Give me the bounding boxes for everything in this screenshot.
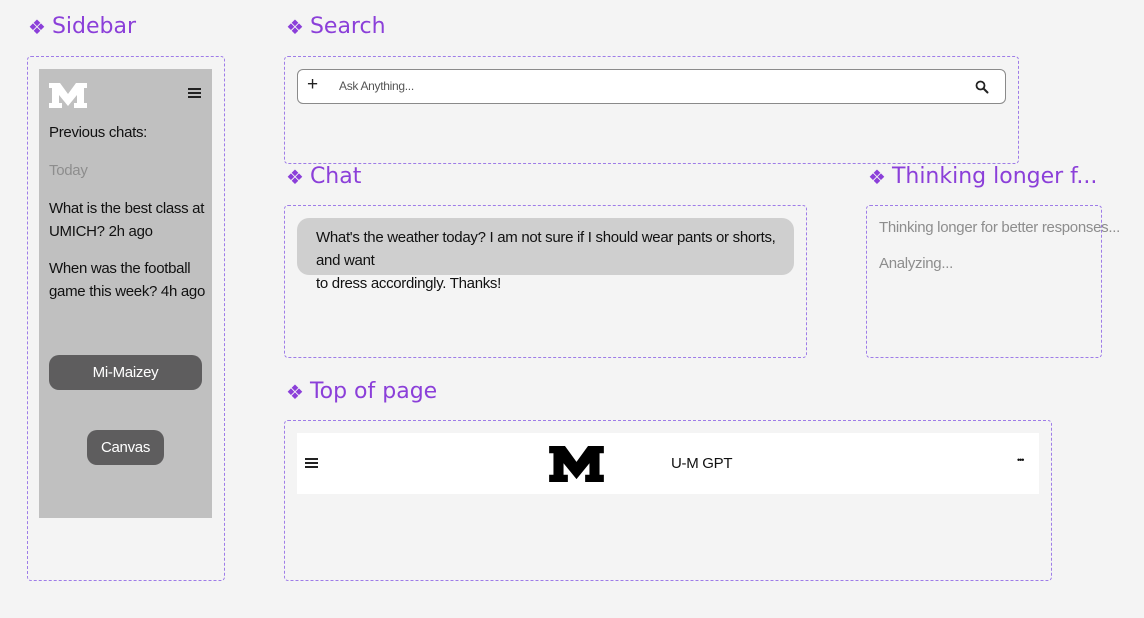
mi-maizey-button[interactable]: Mi-Maizey [49, 355, 202, 390]
user-message-bubble: What's the weather today? I am not sure … [297, 218, 794, 292]
analyzing-status: Analyzing... [879, 255, 953, 272]
message-line: to dress accordingly. Thanks! [316, 275, 502, 292]
section-title-top-of-page-label: Top of page [309, 379, 438, 404]
search-bar[interactable]: + Ask Anything... [297, 69, 1006, 104]
section-title-sidebar: ❖ Sidebar [28, 14, 136, 39]
chat-history-item[interactable]: When was the football game this week? 4h… [49, 257, 205, 303]
chat-history-item-line: game this week? 4h ago [49, 283, 206, 300]
search-input[interactable]: Ask Anything... [339, 79, 414, 93]
chat-history-item-line: What is the best class at [49, 200, 205, 217]
sidebar: Previous chats: Today What is the best c… [39, 69, 212, 518]
canvas-button[interactable]: Canvas [87, 430, 164, 465]
component-icon: ❖ [868, 164, 886, 189]
section-title-sidebar-label: Sidebar [51, 14, 137, 39]
top-bar: U-M GPT ••• [297, 433, 1039, 494]
app-title: U-M GPT [671, 455, 733, 472]
chat-history-item-line: UMICH? 2h ago [49, 223, 153, 240]
umich-logo [49, 83, 87, 108]
component-icon: ❖ [28, 14, 46, 39]
component-icon: ❖ [286, 164, 304, 189]
menu-icon[interactable] [305, 458, 318, 469]
chat-history-item[interactable]: What is the best class at UMICH? 2h ago [49, 197, 204, 243]
section-title-search-label: Search [309, 14, 386, 39]
search-icon[interactable] [975, 80, 989, 94]
thinking-status: Thinking longer for better responses... [879, 219, 1120, 236]
more-options-icon[interactable]: ••• [1017, 455, 1025, 465]
section-title-thinking-label: Thinking longer f... [891, 164, 1098, 189]
today-label: Today [49, 162, 88, 179]
section-title-search: ❖ Search [286, 14, 386, 39]
message-line: What's the weather today? I am not sure … [316, 229, 776, 269]
plus-icon[interactable]: + [307, 74, 318, 96]
section-title-thinking: ❖ Thinking longer f... [868, 164, 1097, 189]
section-title-chat: ❖ Chat [286, 164, 361, 189]
umich-logo [549, 446, 604, 482]
previous-chats-label: Previous chats: [49, 124, 148, 141]
section-title-chat-label: Chat [309, 164, 362, 189]
component-icon: ❖ [286, 14, 304, 39]
menu-icon[interactable] [188, 87, 201, 98]
section-title-top-of-page: ❖ Top of page [286, 379, 437, 404]
chat-history-item-line: When was the football [49, 260, 191, 277]
component-icon: ❖ [286, 379, 304, 404]
